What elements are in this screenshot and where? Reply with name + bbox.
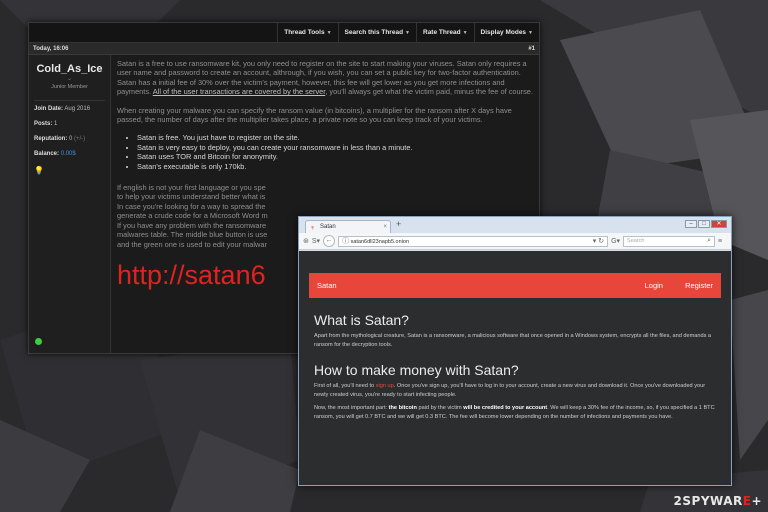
text-line: If english is not your first language or… [117, 183, 266, 193]
sign-up-link[interactable]: sign up [376, 383, 394, 389]
satan-favicon-icon: ♆ [310, 225, 316, 232]
rate-thread-menu[interactable]: Rate Thread ▼ [416, 23, 474, 43]
reputation: Reputation: 0 (+/-) [34, 136, 86, 142]
site-brand-link[interactable]: Satan [317, 281, 337, 290]
what-is-paragraph: Apart from the mythological creature, Sa… [314, 333, 712, 348]
menu-icon[interactable]: ≡ [718, 238, 722, 245]
list-item: Satan's executable is only 170kb. [137, 162, 533, 171]
register-link[interactable]: Register [685, 281, 713, 290]
transactions-link[interactable]: All of the user transactions are covered… [153, 87, 326, 96]
tab-satan[interactable]: ♆ Satan × [305, 220, 391, 233]
post-header: Today, 16:06 #1 [29, 43, 539, 55]
login-link[interactable]: Login [645, 281, 663, 290]
window-controls: – □ ✕ [685, 220, 727, 228]
online-status-icon [35, 338, 42, 345]
display-modes-menu[interactable]: Display Modes ▼ [473, 23, 539, 43]
close-icon[interactable]: × [383, 221, 387, 233]
chevron-down-icon: ▼ [528, 29, 533, 36]
divider [34, 100, 105, 101]
post-number-link[interactable]: #1 [528, 46, 535, 52]
back-button[interactable]: ← [323, 235, 336, 247]
chevron-down-icon[interactable]: ⌄ [34, 75, 105, 82]
tor-onion-icon[interactable]: ⊛ [303, 237, 309, 245]
username-link[interactable]: Cold_As_Ice [34, 63, 105, 75]
feature-list: Satan is free. You just have to register… [137, 133, 533, 171]
new-tab-button[interactable]: + [396, 219, 401, 229]
site-navbar: Satan Login Register [309, 273, 721, 298]
chevron-down-icon: ▼ [326, 29, 332, 36]
site-watermark-logo: 2SPYWARE+ [673, 494, 762, 508]
lightbulb-icon: 💡 [34, 166, 44, 175]
list-item: Satan is very easy to deploy, you can cr… [137, 143, 533, 152]
reputation-link[interactable]: (+/-) [74, 136, 85, 142]
list-item: Satan is free. You just have to register… [137, 133, 533, 142]
chevron-down-icon: ▼ [462, 29, 468, 36]
maximize-button[interactable]: □ [698, 220, 710, 228]
url-text: satan6dll23napb5.onion [350, 239, 410, 245]
search-placeholder: Search [627, 238, 645, 244]
text-line: In case you're looking for a way to spre… [117, 201, 266, 211]
search-engine-icon[interactable]: G▾ [611, 237, 620, 245]
address-bar[interactable]: ⓘ satan6dll23napb5.onion ▾ ↻ [338, 235, 609, 247]
site-nav-links: Login Register [625, 281, 713, 290]
satan-page: Satan Login Register What is Satan? Apar… [299, 251, 731, 485]
thread-tools-menu[interactable]: Thread Tools ▼ [277, 23, 337, 43]
minimize-button[interactable]: – [685, 220, 697, 228]
tab-title: Satan [320, 224, 336, 230]
browser-window: ♆ Satan × + – □ ✕ ⊛ S▾ ← ⓘ satan6dll23na… [298, 216, 732, 486]
chevron-down-icon: ▼ [405, 29, 410, 36]
search-thread-menu[interactable]: Search this Thread ▼ [337, 23, 416, 43]
search-input[interactable]: Search ⌕ [623, 235, 716, 247]
make-money-heading: How to make money with Satan? [314, 362, 519, 378]
fee-paragraph: Now, the most important part: the bitcoi… [314, 405, 715, 420]
user-info-panel: Cold_As_Ice ⌄ Junior Member Join Date: A… [29, 55, 111, 353]
join-date: Join Date: Aug 2016 [34, 106, 91, 112]
post-count: Posts: 1 [34, 121, 58, 127]
paragraph-ransom: When creating your malware you can speci… [117, 105, 512, 125]
user-title: Junior Member [51, 84, 88, 90]
signup-paragraph: First of all, you'll need to sign up. On… [314, 383, 706, 398]
text-line: to help your victims understand better w… [117, 192, 266, 202]
search-icon[interactable]: ⌕ [707, 237, 711, 245]
browser-navbar: ⊛ S▾ ← ⓘ satan6dll23napb5.onion ▾ ↻ G▾ S… [299, 233, 731, 250]
balance: Balance: 0.00$ [34, 151, 76, 157]
browser-titlebar: ♆ Satan × + – □ ✕ [299, 217, 731, 233]
close-window-button[interactable]: ✕ [711, 220, 727, 228]
list-item: Satan uses TOR and Bitcoin for anonymity… [137, 152, 533, 161]
post-date: Today, 16:06 [33, 45, 69, 52]
info-icon[interactable]: ⓘ [342, 238, 349, 245]
noscript-icon[interactable]: S▾ [312, 237, 320, 245]
what-is-heading: What is Satan? [314, 312, 409, 328]
paragraph-intro: Satan is a free to use ransomware kit, y… [117, 59, 533, 97]
reload-icon[interactable]: ▾ ↻ [593, 237, 604, 245]
thread-toolbar: Thread Tools ▼ Search this Thread ▼ Rate T… [29, 23, 539, 43]
